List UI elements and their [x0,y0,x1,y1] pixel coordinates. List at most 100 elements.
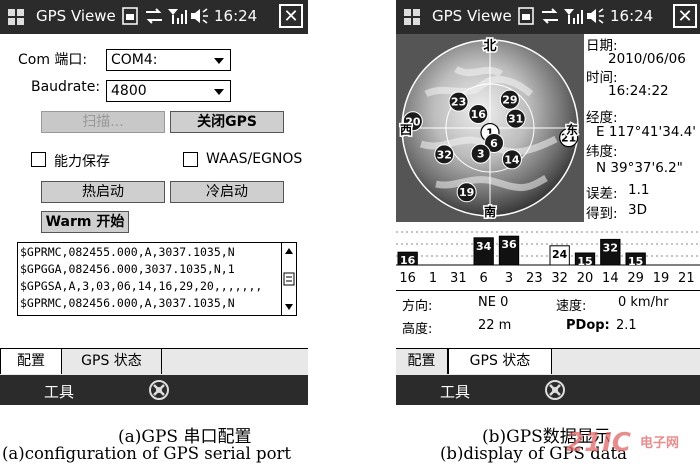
fix-value: 3D [628,202,647,218]
tab-config[interactable]: 配置 [0,349,62,374]
snr-value: 34 [476,240,492,253]
satellite-marker: 32 [434,144,455,165]
watermark-logo: 21IC [566,428,631,458]
signal-bar-canvas: 16 16 1 31 34 6 36 3 23 24 32 15 20 32 14 15 29 19 21 [396,222,700,288]
soft-key-bar: 工具 [396,375,700,405]
satellite-id: 19 [459,186,474,199]
latitude-label: 纬度: [586,144,618,160]
satellite-id: 29 [502,94,517,107]
close-button[interactable]: ✕ [279,4,303,28]
altitude-value: 22 m [478,318,512,333]
caption-a-english: (a)configuration of GPS serial port [2,444,292,463]
baudrate-select[interactable]: 4800 [106,80,231,102]
warm-start-button[interactable]: Warm 开始 [41,211,129,233]
tab-gps-status[interactable]: GPS 状态 [448,349,552,374]
error-label: 误差: [586,186,618,202]
satellite-id: 23 [451,96,466,109]
tab-bar: 配置 GPS 状态 [396,348,700,375]
satellite-marker: 31 [505,108,526,129]
status-strip: 方向: NE 0 速度: 0 km/hr 高度: 22 m PDop: 2.1 [396,290,700,339]
satellite-id: 32 [437,148,452,161]
snr-value: 15 [577,255,592,268]
waas-egnos-checkbox[interactable] [183,152,198,167]
satellite-prn-label: 14 [602,271,619,286]
snr-value: 32 [603,241,618,254]
satellite-id: 14 [504,153,520,166]
chevron-down-icon [214,58,224,64]
heading-value: NE 0 [478,295,509,310]
sky-plot-canvas: 2923311620211632 3 1419 北 南 西 东 [396,34,584,222]
app-title: GPS Viewe [36,7,116,25]
date-value: 2010/06/06 [608,51,686,67]
heading-label: 方向: [402,299,433,314]
satellite-marker: 29 [499,89,520,110]
fix-label: 得到: [586,206,618,222]
north-label: 北 [483,39,496,54]
latitude-value: N 39°37'6.2" [596,160,683,176]
config-screen: GPS Viewe 16:24 ✕ Com 端口: COM4: Baudrate… [0,0,308,405]
satellite-marker: 19 [456,182,477,203]
app-title: GPS Viewe [432,7,512,25]
satellite-marker: 3 [470,143,491,164]
power-save-checkbox[interactable] [31,152,46,167]
snr-value: 15 [628,255,643,268]
satellite-prn-label: 3 [505,271,513,286]
scroll-down-icon[interactable] [285,304,293,310]
snr-value: 16 [400,254,416,267]
speed-value: 0 km/hr [618,295,669,310]
scroll-up-icon[interactable] [285,248,293,254]
power-save-label: 能力保存 [54,154,110,170]
speed-label: 速度: [556,299,587,314]
com-port-value: COM4: [111,52,158,68]
vertical-scrollbar[interactable] [281,243,296,315]
tools-softkey[interactable]: 工具 [44,381,74,402]
snr-value: 24 [552,248,568,261]
sim-icon [518,7,534,29]
tab-gps-status[interactable]: GPS 状态 [62,349,162,374]
baudrate-value: 4800 [111,83,147,99]
satellite-marker: 16 [468,104,489,125]
com-port-select[interactable]: COM4: [106,49,231,71]
keyboard-icon[interactable] [544,379,566,405]
hot-start-button[interactable]: 热启动 [41,181,165,203]
soft-key-bar: 工具 [0,375,308,405]
clock: 16:24 [610,7,654,25]
satellite-id: 3 [477,148,485,161]
close-gps-button[interactable]: 关闭GPS [170,111,284,133]
satellite-prn-label: 31 [450,271,467,286]
satellite-prn-label: 21 [678,271,695,286]
tools-softkey[interactable]: 工具 [440,381,470,402]
signal-strength-icon [563,7,583,29]
cold-start-button[interactable]: 冷启动 [170,181,284,203]
windows-start-icon[interactable] [8,9,24,25]
windows-start-icon[interactable] [404,9,420,25]
volume-icon [190,7,210,29]
sim-icon [122,7,138,29]
gps-status-screen: GPS Viewe 16:24 ✕ 29 23 31 16 20 21 1 6 … [396,0,700,405]
scan-button[interactable]: 扫描... [41,111,165,133]
baudrate-label: Baudrate: [31,79,101,95]
volume-icon [586,7,606,29]
nmea-output-box[interactable]: $GPRMC,082455.000,A,3037.1035,N $GPGGA,0… [17,242,297,316]
waas-egnos-label: WAAS/EGNOS [206,151,303,167]
satellite-prn-label: 19 [653,271,670,286]
title-bar: GPS Viewe 16:24 ✕ [0,0,308,34]
error-value: 1.1 [628,182,650,198]
pdop-label: PDop: [566,318,610,333]
keyboard-icon[interactable] [148,379,170,405]
watermark-site: 电子网 [640,436,680,451]
nmea-line: $GPGSA,A,3,03,06,14,16,29,20,,,,,,, [20,279,263,293]
south-label: 南 [484,204,496,219]
connection-arrows-icon [144,7,164,29]
pdop-value: 2.1 [616,318,637,333]
tab-config[interactable]: 配置 [396,349,448,374]
close-button[interactable]: ✕ [673,4,697,28]
satellite-prn-label: 16 [399,271,416,286]
tab-bar: 配置 GPS 状态 [0,348,308,375]
signal-strength-icon [167,7,187,29]
east-label: 东 [566,122,578,137]
time-value: 16:24:22 [608,83,669,99]
longitude-label: 经度: [586,110,618,126]
clock: 16:24 [214,7,258,25]
satellite-prn-label: 23 [526,271,543,286]
